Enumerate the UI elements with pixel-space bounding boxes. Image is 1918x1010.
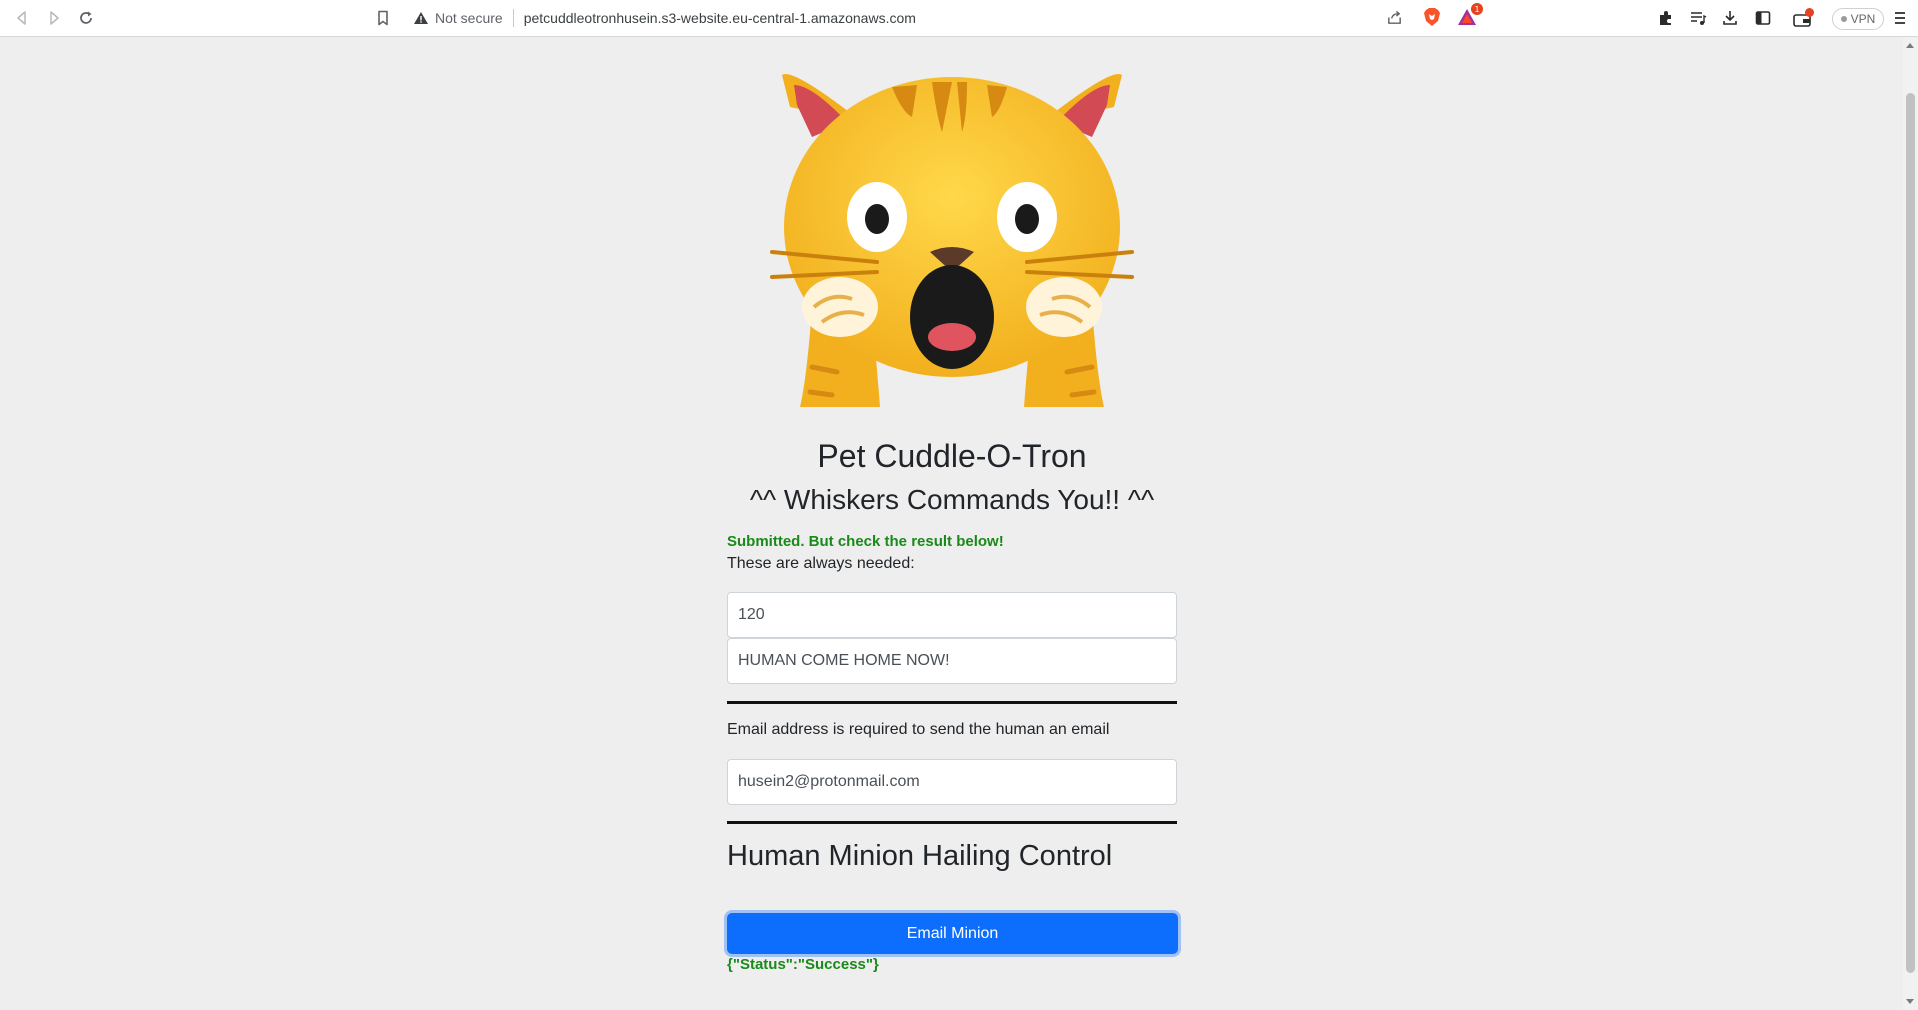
required-fields-label: These are always needed:	[727, 555, 915, 572]
scroll-up-arrow-icon[interactable]	[1906, 43, 1914, 48]
page-scrollbar[interactable]	[1903, 37, 1918, 1010]
wallet-notification-dot	[1805, 8, 1814, 17]
wait-time-input[interactable]	[727, 592, 1177, 638]
rewards-badge: 1	[1471, 3, 1483, 15]
downloads-icon[interactable]	[1718, 6, 1742, 30]
page-title: Pet Cuddle-O-Tron	[817, 438, 1087, 474]
share-icon[interactable]	[1383, 6, 1405, 28]
submission-status: Submitted. But check the result below!	[727, 533, 1004, 550]
section-divider	[727, 821, 1177, 824]
vpn-label: VPN	[1850, 12, 1876, 26]
reload-icon[interactable]	[74, 6, 98, 30]
scroll-thumb[interactable]	[1906, 93, 1915, 973]
email-requirement-note: Email address is required to send the hu…	[727, 721, 1110, 738]
bookmark-icon[interactable]	[371, 6, 395, 30]
control-section-title: Human Minion Hailing Control	[727, 840, 1113, 872]
email-input[interactable]	[727, 759, 1177, 805]
back-icon[interactable]	[10, 6, 34, 30]
vpn-status-dot	[1840, 16, 1847, 22]
message-input[interactable]	[727, 638, 1177, 684]
url-text[interactable]: petcuddleotronhusein.s3-website.eu-centr…	[524, 10, 916, 26]
playlist-icon[interactable]	[1686, 6, 1710, 30]
email-minion-button[interactable]: Email Minion	[727, 913, 1178, 954]
browser-toolbar: Not secure petcuddleotronhusein.s3-websi…	[0, 0, 1918, 37]
warning-icon	[413, 10, 429, 26]
result-output: {"Status":"Success"}	[727, 956, 879, 973]
brave-shields-icon[interactable]	[1421, 6, 1443, 28]
scroll-down-arrow-icon[interactable]	[1906, 999, 1914, 1004]
vpn-button[interactable]: VPN	[1832, 8, 1884, 30]
page-subtitle: ^^ Whiskers Commands You!! ^^	[749, 484, 1155, 515]
address-bar[interactable]: Not secure petcuddleotronhusein.s3-websi…	[405, 4, 1485, 32]
security-label[interactable]: Not secure	[435, 10, 503, 26]
section-divider	[727, 701, 1177, 704]
wallet-icon[interactable]	[1790, 6, 1814, 30]
weary-cat-emoji	[752, 67, 1152, 417]
menu-icon[interactable]	[1888, 6, 1912, 30]
brave-rewards-icon[interactable]: 1	[1456, 3, 1483, 28]
extensions-icon[interactable]	[1654, 6, 1678, 30]
forward-icon[interactable]	[42, 6, 66, 30]
sidebar-icon[interactable]	[1751, 6, 1775, 30]
omnibox-divider	[512, 9, 514, 27]
